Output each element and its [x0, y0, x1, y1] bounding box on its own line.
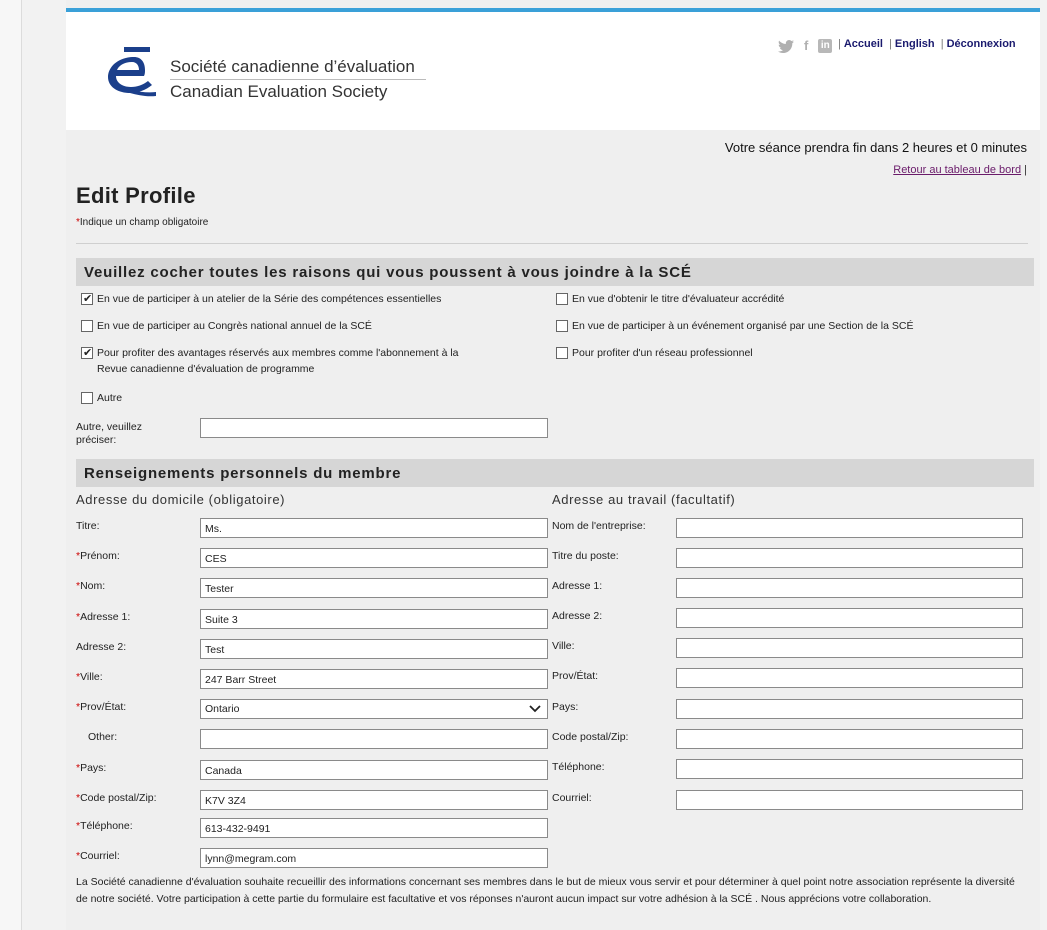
home-province-label: *Prov/État:	[76, 701, 127, 713]
top-nav-links: | Accueil | English | Déconnexion	[838, 38, 1016, 50]
dashboard-link[interactable]: Retour au tableau de bord	[893, 164, 1021, 176]
dashboard-link-wrap: Retour au tableau de bord |	[893, 164, 1027, 176]
social-icons: f in	[778, 37, 833, 55]
ces-logo-icon[interactable]	[104, 45, 160, 99]
work-province-label: Prov/État:	[552, 670, 599, 682]
reason-checkbox-member-benefits[interactable]: Pour profiter des avantages réservés aux…	[81, 345, 551, 379]
org-name: Société canadienne d’évaluation Canadian…	[170, 56, 426, 103]
home-address1-input[interactable]: Suite 3	[200, 609, 548, 629]
work-address1-input[interactable]	[676, 578, 1023, 598]
home-firstname-label: *Prénom:	[76, 550, 120, 562]
work-email-label: Courriel:	[552, 792, 592, 804]
home-country-label: *Pays:	[76, 762, 107, 774]
diversity-notice: La Société canadienne d'évaluation souha…	[76, 876, 1015, 905]
home-city-label: *Ville:	[76, 671, 103, 683]
home-address2-input[interactable]: Test	[200, 639, 548, 659]
work-address-heading: Adresse au travail (facultatif)	[552, 492, 736, 507]
work-phone-input[interactable]	[676, 759, 1023, 779]
work-phone-label: Téléphone:	[552, 761, 605, 773]
other-reason-input[interactable]	[200, 418, 548, 438]
page-container: Société canadienne d’évaluation Canadian…	[66, 0, 1040, 930]
work-email-input[interactable]	[676, 790, 1023, 810]
work-province-input[interactable]	[676, 668, 1023, 688]
checkbox-icon[interactable]	[81, 392, 93, 404]
facebook-icon[interactable]: f	[804, 39, 808, 53]
home-email-input[interactable]: lynn@megram.com	[200, 848, 548, 868]
org-name-fr: Société canadienne d’évaluation	[170, 57, 415, 76]
org-name-rule	[170, 79, 426, 80]
home-city-input[interactable]: 247 Barr Street	[200, 669, 548, 689]
required-note: *Indique un champ obligatoire	[76, 217, 209, 228]
work-address2-label: Adresse 2:	[552, 610, 603, 622]
checkbox-icon[interactable]	[556, 320, 568, 332]
work-jobtitle-input[interactable]	[676, 548, 1023, 568]
checkbox-icon[interactable]	[556, 293, 568, 305]
linkedin-icon[interactable]: in	[818, 39, 833, 53]
home-lastname-input[interactable]: Tester	[200, 578, 548, 598]
work-country-label: Pays:	[552, 701, 579, 713]
checkbox-checked-icon[interactable]	[81, 291, 93, 307]
work-postal-input[interactable]	[676, 729, 1023, 749]
home-phone-input[interactable]: 613-432-9491	[200, 818, 548, 838]
other-reason-label: Autre, veuillez préciser:	[76, 421, 142, 446]
english-link[interactable]: English	[895, 38, 935, 50]
work-city-label: Ville:	[552, 640, 575, 652]
work-address2-input[interactable]	[676, 608, 1023, 628]
org-name-en: Canadian Evaluation Society	[170, 82, 388, 101]
checkbox-icon[interactable]	[556, 347, 568, 359]
home-firstname-input[interactable]: CES	[200, 548, 548, 568]
checkbox-checked-icon[interactable]	[81, 345, 93, 361]
home-province-select[interactable]: Ontario	[200, 699, 548, 719]
chevron-down-icon[interactable]	[529, 700, 541, 718]
work-company-label: Nom de l'entreprise:	[552, 520, 646, 532]
work-country-input[interactable]	[676, 699, 1023, 719]
home-other-input[interactable]	[200, 729, 548, 749]
logout-link[interactable]: Déconnexion	[947, 38, 1016, 50]
title-divider	[76, 243, 1028, 244]
home-address1-label: *Adresse 1:	[76, 611, 131, 623]
left-rail	[0, 0, 22, 930]
home-title-input[interactable]: Ms.	[200, 518, 548, 538]
work-jobtitle-label: Titre du poste:	[552, 550, 619, 562]
home-phone-label: *Téléphone:	[76, 820, 133, 832]
session-timeout-message: Votre séance prendra fin dans 2 heures e…	[724, 140, 1027, 155]
home-link[interactable]: Accueil	[844, 38, 883, 50]
home-address2-label: Adresse 2:	[76, 641, 127, 653]
reasons-section-heading: Veuillez cocher toutes les raisons qui v…	[76, 258, 1034, 286]
site-header: Société canadienne d’évaluation Canadian…	[66, 12, 1040, 130]
home-address-heading: Adresse du domicile (obligatoire)	[76, 492, 286, 507]
home-email-label: *Courriel:	[76, 850, 120, 862]
home-lastname-label: *Nom:	[76, 580, 106, 592]
work-company-input[interactable]	[676, 518, 1023, 538]
home-other-label: Other:	[88, 731, 118, 743]
home-country-input[interactable]: Canada	[200, 760, 548, 780]
home-postal-input[interactable]: K7V 3Z4	[200, 790, 548, 810]
personal-section-heading: Renseignements personnels du membre	[76, 459, 1034, 487]
page-title: Edit Profile	[76, 183, 196, 208]
work-postal-label: Code postal/Zip:	[552, 731, 629, 743]
work-city-input[interactable]	[676, 638, 1023, 658]
twitter-icon[interactable]	[778, 39, 794, 53]
home-postal-label: *Code postal/Zip:	[76, 792, 157, 804]
work-address1-label: Adresse 1:	[552, 580, 603, 592]
home-title-label: Titre:	[76, 520, 100, 532]
checkbox-icon[interactable]	[81, 320, 93, 332]
